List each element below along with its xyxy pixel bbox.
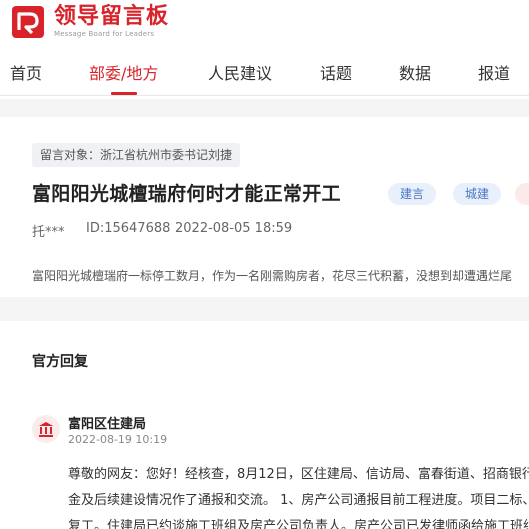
tag-suggestion[interactable]: 建言	[388, 183, 437, 205]
nav-people-suggestions[interactable]: 人民建议	[208, 60, 272, 84]
official-reply-section: 官方回复 富阳区住建局 2022-08-19 10:19 尊敬的网友：您好！经核…	[0, 321, 529, 529]
nav-active-indicator	[111, 92, 137, 95]
status-badge	[515, 183, 529, 205]
top-header: 领导留言板 Message Board for Leaders 首页 部委/地方…	[0, 0, 529, 99]
nav-home[interactable]: 首页	[10, 60, 42, 84]
message-target[interactable]: 留言对象：浙江省杭州市委书记刘捷	[32, 143, 241, 167]
nav-data[interactable]: 数据	[399, 60, 431, 84]
reply-text-line: 复工。住建局已约谈施工班组及房产公司负责人。房产公司已发律师函给施工班组	[68, 519, 529, 529]
brand-logo[interactable]: 领导留言板 Message Board for Leaders	[10, 4, 169, 40]
message-datetime: 2022-08-05 18:59	[175, 221, 293, 236]
reply-text-line: 金及后续建设情况作了通报和交流。 1、房产公司通报目前工程进度。项目二标、三	[68, 493, 529, 508]
government-building-icon	[32, 415, 60, 443]
logo-icon	[10, 4, 46, 40]
reply-heading: 官方回复	[32, 354, 88, 370]
nav-reports[interactable]: 报道	[478, 60, 510, 84]
brand-title: 领导留言板	[54, 4, 170, 29]
message-id: ID:15647688	[86, 221, 171, 236]
message-author: 托***	[32, 225, 65, 240]
brand-subtitle: Message Board for Leaders	[54, 30, 155, 38]
message-card: 留言对象：浙江省杭州市委书记刘捷 富阳阳光城檀瑞府何时才能正常开工 建言 城建 …	[0, 117, 529, 297]
message-excerpt: 富阳阳光城檀瑞府一标停工数月，作为一名刚需购房者，花尽三代积蓄，没想到却遭遇烂尾	[32, 269, 513, 283]
tag-urban-construction[interactable]: 城建	[453, 183, 502, 205]
reply-department: 富阳区住建局	[68, 417, 147, 432]
nav-ministries-local[interactable]: 部委/地方	[89, 60, 158, 84]
reply-text-line: 尊敬的网友：您好！经核查，8月12日，区住建局、信访局、富春街道、招商银行、	[68, 467, 529, 482]
nav-topics[interactable]: 话题	[320, 60, 352, 84]
message-title: 富阳阳光城檀瑞府何时才能正常开工	[32, 183, 341, 205]
main-nav: 首页 部委/地方 人民建议 话题 数据 报道	[0, 48, 529, 96]
reply-datetime: 2022-08-19 10:19	[68, 433, 168, 446]
